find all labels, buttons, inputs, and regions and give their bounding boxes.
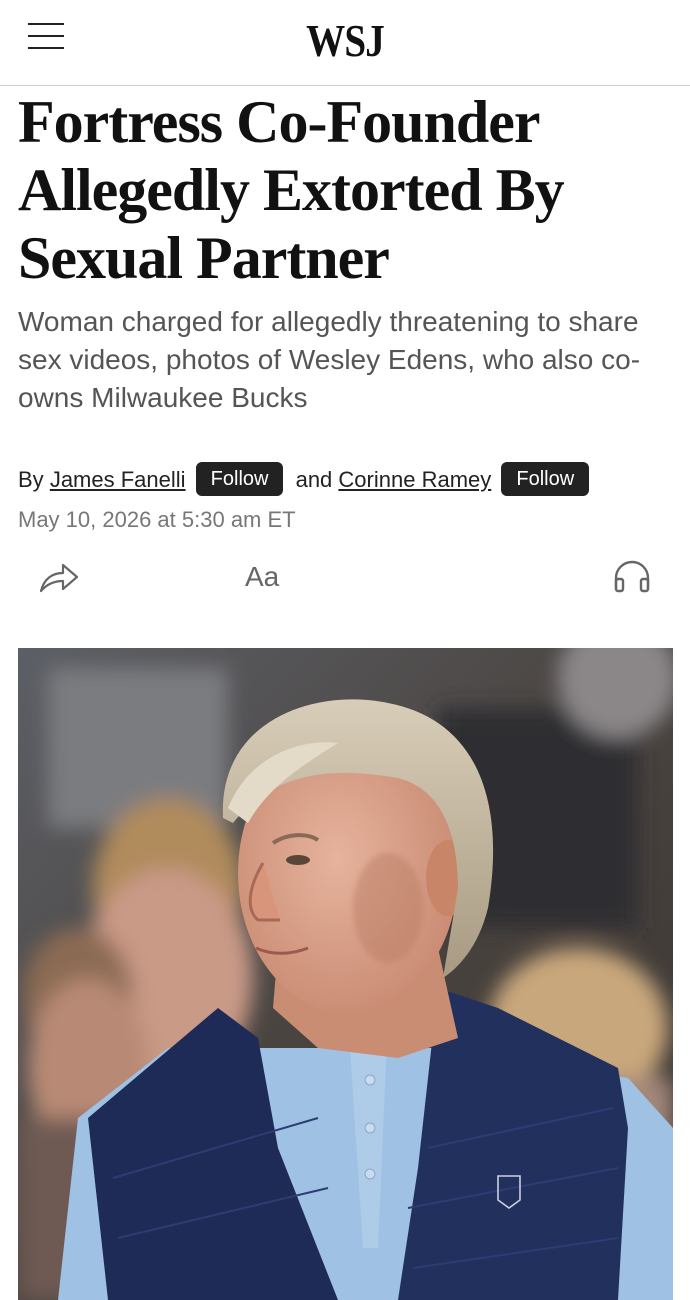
follow-button-author2[interactable]: Follow	[501, 462, 590, 497]
follow-button-author1[interactable]: Follow	[195, 462, 284, 497]
author-link-corinne-ramey[interactable]: Corinne Ramey	[338, 467, 491, 492]
headphones-icon[interactable]	[612, 560, 652, 594]
font-size-icon[interactable]: Aa	[245, 560, 289, 594]
byline: By James Fanelli Follow and Corinne Rame…	[18, 462, 678, 498]
share-arrow-icon[interactable]	[38, 560, 80, 594]
wsj-logo[interactable]: WSJ	[52, 14, 639, 67]
top-nav-bar: WSJ	[0, 0, 690, 86]
hero-photo	[18, 648, 673, 1300]
article-dek: Woman charged for allegedly threatening …	[18, 306, 641, 413]
byline-prefix: By	[18, 467, 44, 492]
byline-conjunction: and	[295, 467, 333, 492]
publish-timestamp: May 10, 2026 at 5:30 am ET	[18, 507, 296, 532]
headline: Fortress Co-Founder Allegedly Extorted B…	[18, 89, 565, 291]
author-link-james-fanelli[interactable]: James Fanelli	[50, 467, 186, 492]
